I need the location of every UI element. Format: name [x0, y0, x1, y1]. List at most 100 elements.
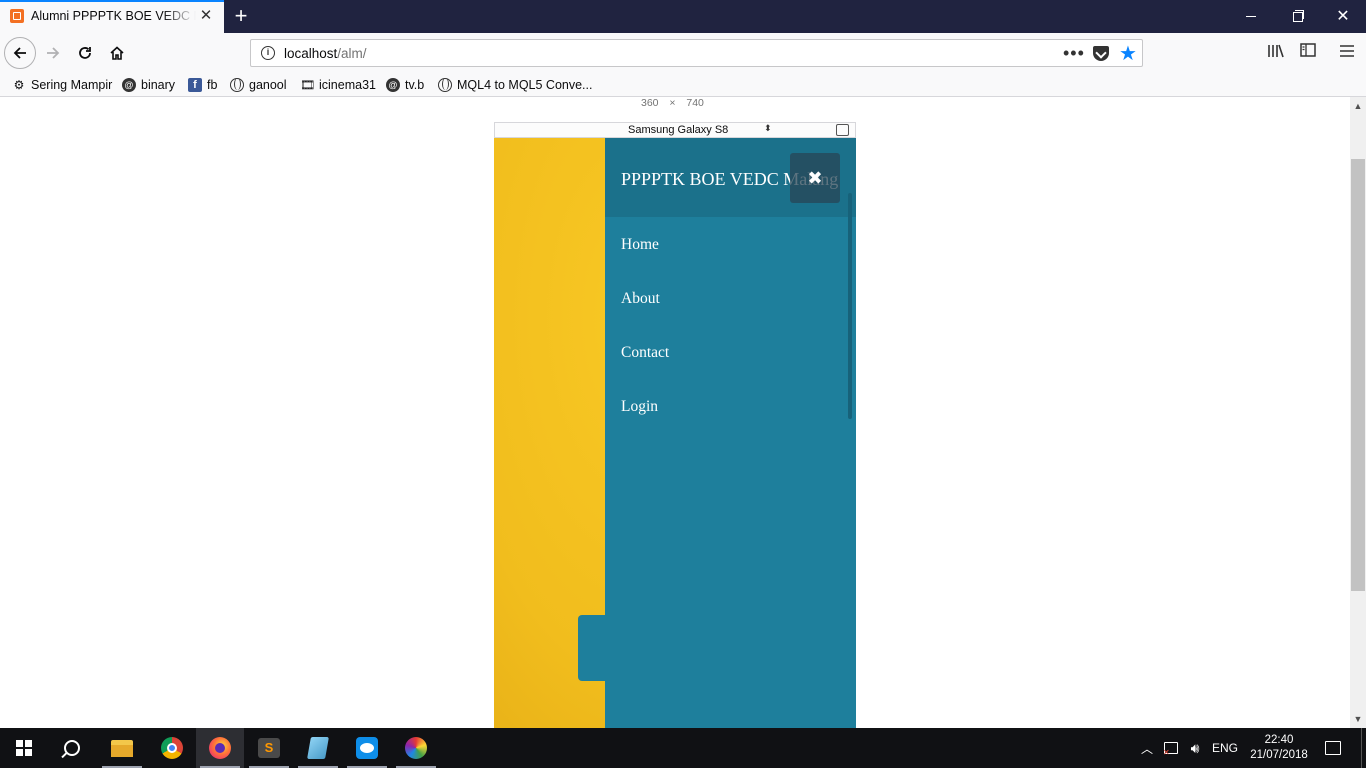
clock-date: 21/07/2018 [1250, 749, 1308, 761]
device-viewport: PENG PEM PEN KEB BIDAN & EL P Sistem PPP… [494, 138, 856, 728]
bookmark-label: tv.b [405, 78, 425, 92]
file-explorer-icon [111, 739, 133, 757]
back-button[interactable] [4, 37, 36, 69]
film-icon: 🎞 [300, 78, 316, 92]
sidenav-header: PPPPTK BOE VEDC Malang ✖ [605, 138, 856, 217]
page-actions-menu-icon[interactable]: ••• [1063, 43, 1085, 64]
nav-link-about[interactable]: About [621, 290, 660, 308]
search-button[interactable] [48, 728, 96, 768]
facebook-icon: f [188, 78, 202, 92]
updown-caret-icon[interactable]: ⬍ [764, 123, 772, 134]
bookmark-label: binary [141, 78, 176, 92]
taskbar-paint[interactable] [392, 728, 440, 768]
bookmark-label: fb [207, 78, 218, 92]
firefox-icon [209, 737, 231, 759]
action-center-icon[interactable] [1318, 728, 1348, 768]
home-button[interactable] [101, 37, 133, 69]
scroll-up-arrow-icon[interactable]: ▲ [1350, 99, 1366, 113]
teamviewer-icon [356, 737, 378, 759]
restore-button[interactable] [1274, 0, 1320, 33]
url-host: localhost [284, 46, 338, 61]
taskbar-sublime-text[interactable] [245, 728, 293, 768]
page-scrollbar[interactable]: ▲ ▼ [1350, 97, 1366, 728]
navigation-toolbar: i localhost/alm/ ••• ★ [0, 33, 1366, 73]
tab-strip: Alumni PPPPTK BOE VEDC Malang ✕ + ✕ [0, 0, 1366, 33]
taskbar-notepad[interactable] [294, 728, 342, 768]
device-selector-bar: Samsung Galaxy S8 ⬍ [494, 122, 856, 138]
bookmark-mql4-to-mql5[interactable]: MQL4 to MQL5 Conve... [438, 76, 592, 94]
notepad-icon [307, 737, 329, 759]
pocket-icon[interactable] [1093, 46, 1109, 61]
search-icon [64, 740, 80, 756]
show-hidden-icons-chevron-up-icon[interactable]: ︿ [1138, 728, 1156, 768]
sidebar-icon[interactable] [1298, 43, 1318, 63]
viewport-width[interactable]: 360 [641, 97, 659, 109]
bookmark-sering-mampir[interactable]: ⚙ Sering Mampir [12, 76, 113, 94]
nav-link-home[interactable]: Home [621, 236, 659, 254]
nav-link-contact[interactable]: Contact [621, 344, 669, 362]
rotate-viewport-icon[interactable] [836, 124, 849, 136]
home-icon [110, 46, 124, 60]
input-language[interactable]: ENG [1208, 728, 1242, 768]
taskbar-teamviewer[interactable] [343, 728, 391, 768]
sublime-text-icon [258, 738, 280, 758]
reload-icon [79, 47, 91, 59]
url-path: /alm/ [337, 46, 367, 61]
sidenav-scrollbar[interactable] [848, 193, 852, 419]
paint-icon [405, 737, 427, 759]
taskbar-file-explorer[interactable] [98, 728, 146, 768]
page-content: 360 × 740 Samsung Galaxy S8 ⬍ PENG PEM P… [0, 97, 1350, 728]
swirl-icon: @ [386, 78, 400, 92]
hamburger-menu-icon[interactable] [1337, 43, 1357, 63]
bookmark-fb[interactable]: f fb [188, 76, 217, 94]
reload-button[interactable] [69, 37, 101, 69]
bookmark-binary[interactable]: @ binary [122, 76, 175, 94]
new-tab-button[interactable]: + [228, 3, 254, 29]
windows-start-icon [16, 740, 32, 756]
screen: { "browser": { "tab_title": "Alumni PPPP… [0, 0, 1366, 768]
clock[interactable]: 22:40 21/07/2018 [1244, 728, 1314, 768]
star-icon[interactable]: ★ [1119, 41, 1137, 66]
tab-accent-line [0, 0, 224, 2]
chrome-icon [161, 737, 183, 759]
bookmark-ganool[interactable]: ganool [230, 76, 287, 94]
taskbar-firefox[interactable] [196, 728, 244, 768]
tab-active[interactable]: Alumni PPPPTK BOE VEDC Malang ✕ [0, 0, 224, 33]
forward-arrow-icon [47, 47, 60, 59]
scroll-down-arrow-icon[interactable]: ▼ [1350, 712, 1366, 726]
close-menu-button[interactable]: ✖ [790, 153, 840, 203]
minimize-button[interactable] [1228, 0, 1274, 33]
bookmark-label: icinema31 [319, 78, 376, 92]
swirl-icon: @ [122, 78, 136, 92]
globe-icon [230, 78, 244, 92]
windows-taskbar: ︿ 🔊︎ ENG 22:40 21/07/2018 [0, 728, 1366, 768]
info-icon[interactable]: i [261, 46, 275, 60]
close-tab-icon[interactable]: ✕ [198, 8, 214, 24]
device-selector[interactable]: Samsung Galaxy S8 [628, 124, 728, 136]
viewport-height[interactable]: 740 [686, 97, 704, 109]
start-button[interactable] [0, 728, 48, 768]
bookmark-label: MQL4 to MQL5 Conve... [457, 78, 593, 92]
url-text[interactable]: localhost/alm/ [284, 46, 367, 61]
url-bar[interactable]: i localhost/alm/ ••• ★ [250, 39, 1143, 67]
side-navigation: PPPPTK BOE VEDC Malang ✖ Home About Cont… [605, 138, 856, 728]
show-desktop-button[interactable] [1361, 728, 1366, 768]
back-arrow-icon [13, 47, 26, 59]
library-icon[interactable] [1266, 43, 1286, 63]
bookmark-label: ganool [249, 78, 287, 92]
tab-title: Alumni PPPPTK BOE VEDC Malang [31, 9, 196, 23]
taskbar-chrome[interactable] [148, 728, 196, 768]
bookmark-icinema31[interactable]: 🎞 icinema31 [300, 76, 376, 94]
scrollbar-thumb[interactable] [1351, 159, 1365, 591]
viewport-size-readout: 360 × 740 [641, 97, 704, 109]
network-disconnected-icon[interactable] [1160, 728, 1182, 768]
nav-link-login[interactable]: Login [621, 398, 658, 416]
forward-button[interactable] [37, 37, 69, 69]
volume-icon[interactable]: 🔊︎ [1184, 728, 1206, 768]
bookmark-label: Sering Mampir [31, 78, 113, 92]
close-window-button[interactable]: ✕ [1320, 0, 1366, 33]
globe-icon [438, 78, 452, 92]
gear-icon: ⚙ [13, 78, 25, 92]
bookmarks-toolbar: ⚙ Sering Mampir @ binary f fb ganool 🎞 icine… [0, 73, 1366, 97]
bookmark-tvb[interactable]: @ tv.b [386, 76, 424, 94]
